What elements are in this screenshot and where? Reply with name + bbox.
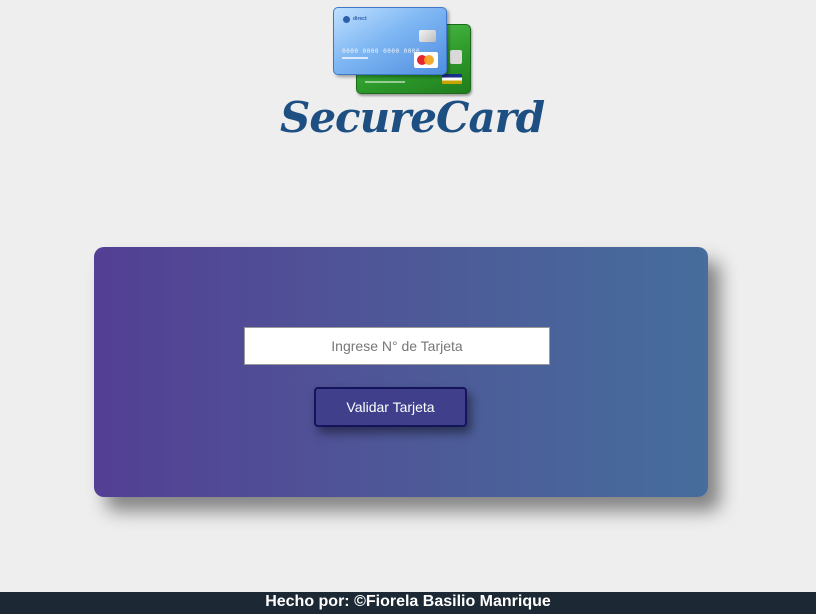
card-number-line	[365, 81, 405, 83]
card-brand-mark: direct	[353, 16, 367, 22]
footer-credit: Hecho por: ©Fiorela Basilio Manrique	[265, 593, 551, 610]
page: direct 0000 0000 0000 0000 SecureCard Va…	[0, 0, 816, 614]
front-card-icon: direct 0000 0000 0000 0000	[333, 7, 447, 75]
card-flag-icon	[442, 74, 462, 84]
brand-title: SecureCard	[280, 93, 545, 142]
credit-cards-icon: direct 0000 0000 0000 0000	[333, 7, 473, 95]
card-digits-graphic: 0000 0000 0000 0000	[342, 48, 421, 55]
mastercard-icon	[414, 52, 438, 68]
validation-panel: Validar Tarjeta	[94, 247, 708, 497]
card-signature-strip	[450, 50, 462, 64]
validate-card-button[interactable]: Validar Tarjeta	[314, 387, 467, 427]
card-number-input[interactable]	[244, 327, 550, 365]
card-brand-icon	[343, 16, 350, 23]
card-chip-icon	[419, 30, 436, 42]
card-holder-line	[342, 57, 368, 59]
footer: Hecho por: ©Fiorela Basilio Manrique	[0, 592, 816, 614]
